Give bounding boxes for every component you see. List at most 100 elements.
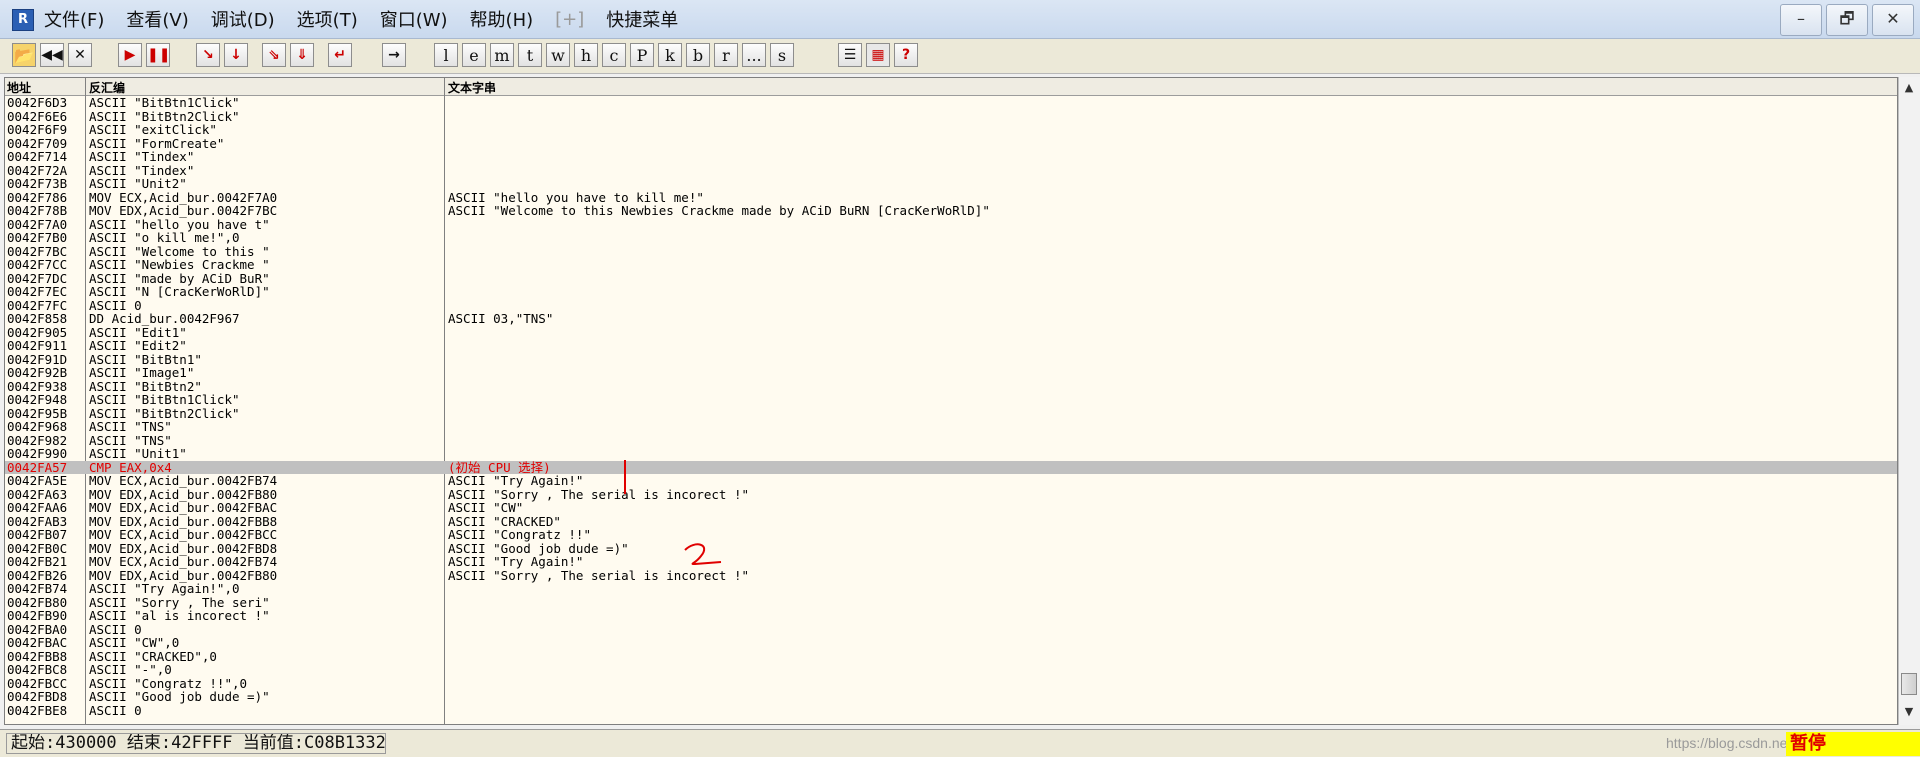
table-row[interactable]: 0042F78B MOV EDX,Acid_bur.0042F7BC ASCII "… (5, 204, 1897, 218)
trace-into-icon[interactable]: ⇘ (262, 43, 286, 67)
table-row[interactable]: 0042FA63 MOV EDX,Acid_bur.0042FB80 ASCII "… (5, 487, 1897, 502)
toolbar-letter-button[interactable]: e (462, 43, 486, 67)
table-row[interactable]: 0042F7BC ASCII "Welcome to this " (5, 244, 1897, 259)
table-row[interactable]: 0042FBAC ASCII "CW",0 (5, 636, 1897, 650)
table-row[interactable]: 0042FBA0 ASCII 0 (5, 622, 1897, 637)
table-row[interactable]: 0042F6F9 ASCII "exitClick" (5, 123, 1897, 137)
table-row[interactable]: 0042F709 ASCII "FormCreate" (5, 136, 1897, 151)
menu-item[interactable]: 调试(D) (211, 6, 275, 32)
table-row[interactable]: 0042F7CC ASCII "Newbies Crackme " (5, 258, 1897, 272)
list-icon[interactable]: ☰ (838, 43, 862, 67)
toolbar-letter-button[interactable]: s (770, 43, 794, 67)
table-row[interactable]: 0042FAB3 MOV EDX,Acid_bur.0042FBB8 ASCII "… (5, 514, 1897, 529)
table-row[interactable]: 0042FB21 MOV ECX,Acid_bur.0042FB74 ASCII "… (5, 555, 1897, 569)
table-row[interactable]: 0042F95B ASCII "BitBtn2Click" (5, 406, 1897, 421)
table-row[interactable]: 0042F982 ASCII "TNS" (5, 433, 1897, 448)
table-row[interactable]: 0042FA5E MOV ECX,Acid_bur.0042FB74 ASCII "… (5, 474, 1897, 488)
table-row[interactable]: 0042F990 ASCII "Unit1" (5, 447, 1897, 461)
scroll-up-icon[interactable]: ▲ (1903, 81, 1915, 94)
table-row[interactable]: 0042FB0C MOV EDX,Acid_bur.0042FBD8 ASCII "… (5, 541, 1897, 556)
table-row[interactable]: 0042F73B ASCII "Unit2" (5, 177, 1897, 191)
toolbar-letter-button[interactable]: h (574, 43, 598, 67)
toolbar-letter-button[interactable]: t (518, 43, 542, 67)
restore-button[interactable]: 🗗 (1826, 4, 1868, 36)
col-disasm[interactable]: 反汇编 (89, 79, 125, 96)
menu-item[interactable]: 帮助(H) (470, 6, 534, 32)
table-row[interactable]: 0042F7DC ASCII "made by ACiD BuR" (5, 271, 1897, 286)
toolbar-letter-button[interactable]: k (658, 43, 682, 67)
toolbar-letter-button[interactable]: c (602, 43, 626, 67)
table-row[interactable]: 0042F938 ASCII "BitBtn2" (5, 379, 1897, 394)
col-address[interactable]: 地址 (7, 79, 31, 96)
grid-icon[interactable]: ▦ (866, 43, 890, 67)
table-row[interactable]: 0042FB26 MOV EDX,Acid_bur.0042FB80 ASCII "… (5, 567, 1897, 583)
row-address: 0042F6F9 (7, 122, 68, 137)
table-row[interactable]: 0042F7FC ASCII 0 (5, 298, 1897, 313)
table-row[interactable]: 0042FB90 ASCII "al is incorect !" (5, 609, 1897, 623)
table-row[interactable]: 0042F948 ASCII "BitBtn1Click" (5, 393, 1897, 407)
row-disasm: ASCII "al is incorect !" (89, 608, 270, 623)
pause-icon[interactable]: ❚❚ (146, 43, 170, 67)
scroll-thumb[interactable] (1901, 673, 1917, 695)
table-row[interactable]: 0042F6E6 ASCII "BitBtn2Click" (5, 108, 1897, 124)
toolbar-letter-button[interactable]: b (686, 43, 710, 67)
table-row[interactable]: 0042FBE8 ASCII 0 (5, 703, 1897, 718)
table-row[interactable]: 0042FAA6 MOV EDX,Acid_bur.0042FBAC ASCII "… (5, 501, 1897, 515)
menu-item[interactable]: [+] (555, 9, 584, 30)
step-over-icon[interactable]: ↓ (224, 43, 248, 67)
table-row[interactable]: 0042FB74 ASCII "Try Again!",0 (5, 582, 1897, 596)
table-row[interactable]: 0042F91D ASCII "BitBtn1" (5, 351, 1897, 367)
step-into-icon[interactable]: ↘ (196, 43, 220, 67)
menu-item[interactable]: 快捷菜单 (606, 6, 678, 32)
vertical-scrollbar[interactable]: ▲ ▼ (1898, 77, 1920, 725)
menu-item[interactable]: 选项(T) (297, 6, 358, 32)
minimize-button[interactable]: – (1780, 4, 1822, 36)
menu-item[interactable]: 查看(V) (126, 6, 188, 32)
row-address: 0042FB21 (7, 554, 68, 569)
close-button[interactable]: ✕ (1872, 4, 1914, 36)
table-row[interactable]: 0042FA57 CMP EAX,0x4 (初始 CPU 选择) (5, 460, 1897, 474)
toolbar-letter-button[interactable]: P (630, 43, 654, 67)
row-address: 0042F91D (7, 351, 68, 367)
table-row[interactable]: 0042F7A0 ASCII "hello you have t" (5, 217, 1897, 232)
table-row[interactable]: 0042FB07 MOV ECX,Acid_bur.0042FBCC ASCII "… (5, 528, 1897, 542)
open-folder-icon[interactable]: 📂 (12, 43, 36, 67)
table-row[interactable]: 0042FBD8 ASCII "Good job dude =)" (5, 690, 1897, 704)
table-row[interactable]: 0042F968 ASCII "TNS" (5, 420, 1897, 434)
goto-icon[interactable]: → (382, 43, 406, 67)
rewind-icon[interactable]: ◀◀ (40, 43, 64, 67)
row-address: 0042F948 (7, 392, 68, 407)
toolbar-letter-button[interactable]: ... (742, 43, 766, 67)
help-icon[interactable]: ? (894, 43, 918, 67)
table-row[interactable]: 0042F6D3 ASCII "BitBtn1Click" (5, 96, 1897, 110)
table-row[interactable]: 0042F905 ASCII "Edit1" (5, 325, 1897, 340)
table-row[interactable]: 0042FBC8 ASCII "-",0 (5, 663, 1897, 677)
menu-item[interactable]: 文件(F) (44, 6, 104, 32)
row-address: 0042F6E6 (7, 108, 68, 124)
row-disasm: ASCII "Good job dude =)" (89, 689, 270, 704)
scroll-down-icon[interactable]: ▼ (1903, 705, 1915, 718)
col-text[interactable]: 文本字串 (448, 79, 496, 96)
row-disasm: MOV EDX,Acid_bur.0042FB80 (89, 567, 278, 583)
table-row[interactable]: 0042F714 ASCII "Tindex" (5, 150, 1897, 164)
table-row[interactable]: 0042F786 MOV ECX,Acid_bur.0042F7A0 ASCII "… (5, 190, 1897, 205)
toolbar-letter-button[interactable]: w (546, 43, 570, 67)
table-row[interactable]: 0042F92B ASCII "Image1" (5, 366, 1897, 380)
table-row[interactable]: 0042FB80 ASCII "Sorry , The seri" (5, 595, 1897, 610)
menu-item[interactable]: 窗口(W) (380, 6, 448, 32)
table-row[interactable]: 0042F911 ASCII "Edit2" (5, 339, 1897, 353)
table-row[interactable]: 0042F858 DD Acid_bur.0042F967 ASCII 03,"TN… (5, 312, 1897, 326)
table-row[interactable]: 0042F7B0 ASCII "o kill me!",0 (5, 231, 1897, 245)
close-icon[interactable]: ✕ (68, 43, 92, 67)
toolbar-letter-button[interactable]: m (490, 43, 514, 67)
run-icon[interactable]: ▶ (118, 43, 142, 67)
toolbar-letter-button[interactable]: r (714, 43, 738, 67)
table-row[interactable]: 0042F72A ASCII "Tindex" (5, 163, 1897, 178)
trace-over-icon[interactable]: ⇓ (290, 43, 314, 67)
toolbar-letter-button[interactable]: l (434, 43, 458, 67)
execute-till-return-icon[interactable]: ↵ (328, 43, 352, 67)
row-disasm: ASCII "CW",0 (89, 635, 180, 650)
table-row[interactable]: 0042FBCC ASCII "Congratz !!",0 (5, 676, 1897, 691)
table-row[interactable]: 0042F7EC ASCII "N [CracKerWoRlD]" (5, 285, 1897, 299)
table-row[interactable]: 0042FBB8 ASCII "CRACKED",0 (5, 649, 1897, 664)
